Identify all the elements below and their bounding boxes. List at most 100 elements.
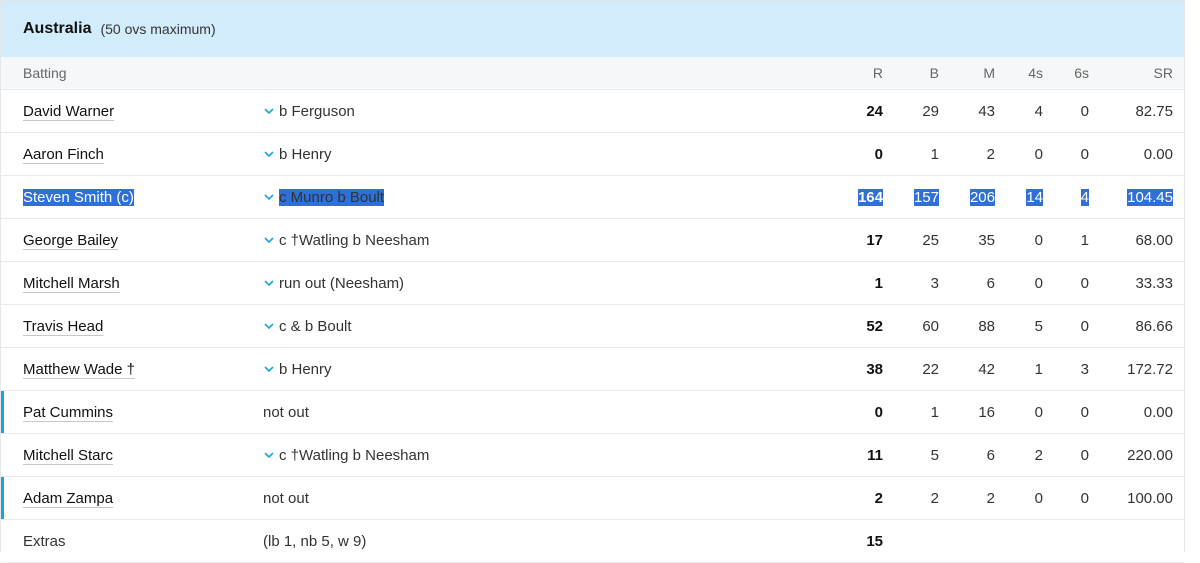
- chevron-down-icon[interactable]: [263, 363, 275, 375]
- runs: 24: [866, 102, 883, 120]
- strike-rate: 100.00: [1127, 489, 1173, 507]
- batter-row-not-out: Adam Zampa not out 2 2 2 0 0 100.00: [1, 477, 1184, 520]
- batter-row: Mitchell Starc c †Watling b Neesham 11 5…: [1, 434, 1184, 477]
- dismissal: not out: [263, 404, 783, 421]
- sixes: 1: [1080, 231, 1089, 249]
- col-strike-rate: SR: [1153, 65, 1173, 81]
- runs: 11: [867, 446, 883, 464]
- player-link[interactable]: Steven Smith (c): [23, 188, 134, 206]
- dismissal-text: b Henry: [279, 360, 332, 378]
- sixes: 0: [1080, 145, 1089, 163]
- minutes: 2: [986, 145, 995, 163]
- minutes: 2: [986, 489, 995, 507]
- batter-row-selected: Steven Smith (c) c Munro b Boult 164 157…: [1, 176, 1184, 219]
- dismissal[interactable]: b Henry: [263, 361, 783, 378]
- player-link[interactable]: Adam Zampa: [23, 490, 113, 507]
- chevron-down-icon[interactable]: [263, 105, 275, 117]
- column-header: Batting R B M 4s 6s SR: [1, 57, 1184, 90]
- col-runs: R: [872, 65, 883, 81]
- minutes: 35: [978, 231, 995, 249]
- runs: 1: [874, 274, 883, 292]
- chevron-down-icon[interactable]: [263, 277, 275, 289]
- runs: 52: [866, 317, 883, 335]
- dismissal-text: c & b Boult: [279, 317, 352, 335]
- strike-rate: 220.00: [1127, 446, 1173, 464]
- batter-row-not-out: Pat Cummins not out 0 1 16 0 0 0.00: [1, 391, 1184, 434]
- minutes: 16: [978, 403, 995, 421]
- balls: 1: [930, 145, 939, 163]
- dismissal[interactable]: c †Watling b Neesham: [263, 232, 783, 249]
- strike-rate: 33.33: [1135, 274, 1173, 292]
- chevron-down-icon[interactable]: [263, 234, 275, 246]
- strike-rate: 68.00: [1135, 231, 1173, 249]
- strike-rate: 86.66: [1135, 317, 1173, 335]
- sixes: 3: [1080, 360, 1089, 378]
- extras-detail: (lb 1, nb 5, w 9): [263, 533, 783, 550]
- dismissal-text: run out (Neesham): [279, 274, 405, 292]
- dismissal-text: c †Watling b Neesham: [279, 231, 430, 249]
- dismissal-text: not out: [263, 489, 309, 507]
- team-name: Australia: [23, 20, 92, 37]
- strike-rate: 0.00: [1143, 145, 1173, 163]
- runs: 2: [874, 489, 883, 507]
- player-link[interactable]: Matthew Wade †: [23, 361, 135, 378]
- chevron-down-icon[interactable]: [263, 148, 275, 160]
- sixes: 0: [1080, 317, 1089, 335]
- dismissal[interactable]: c Munro b Boult: [263, 188, 783, 206]
- col-sixes: 6s: [1074, 65, 1089, 81]
- chevron-down-icon[interactable]: [263, 320, 275, 332]
- balls: 2: [930, 489, 939, 507]
- extras-total: 15: [866, 532, 883, 550]
- player-link[interactable]: Mitchell Starc: [23, 447, 113, 464]
- runs: 38: [866, 360, 883, 378]
- strike-rate: 172.72: [1127, 360, 1173, 378]
- fours: 1: [1034, 360, 1043, 378]
- runs: 0: [874, 403, 883, 421]
- batter-row: David Warner b Ferguson 24 29 43 4 0 82.…: [1, 90, 1184, 133]
- balls: 5: [930, 446, 939, 464]
- strike-rate: 0.00: [1143, 403, 1173, 421]
- dismissal[interactable]: b Henry: [263, 146, 783, 163]
- runs: 164: [857, 188, 883, 206]
- extras-row: Extras (lb 1, nb 5, w 9) 15: [1, 520, 1184, 563]
- dismissal[interactable]: c †Watling b Neesham: [263, 447, 783, 464]
- strike-rate: 82.75: [1135, 102, 1173, 120]
- dismissal[interactable]: run out (Neesham): [263, 275, 783, 292]
- chevron-down-icon[interactable]: [263, 191, 275, 203]
- dismissal[interactable]: b Ferguson: [263, 103, 783, 120]
- batter-row: George Bailey c †Watling b Neesham 17 25…: [1, 219, 1184, 262]
- balls: 1: [930, 403, 939, 421]
- dismissal: not out: [263, 490, 783, 507]
- sixes: 0: [1080, 102, 1089, 120]
- team-header[interactable]: Australia (50 ovs maximum): [1, 0, 1184, 57]
- fours: 0: [1034, 231, 1043, 249]
- team-note: (50 ovs maximum): [100, 21, 216, 37]
- player-link[interactable]: Mitchell Marsh: [23, 275, 120, 292]
- player-link[interactable]: Pat Cummins: [23, 404, 113, 421]
- player-link[interactable]: David Warner: [23, 103, 114, 120]
- sixes: 0: [1080, 446, 1089, 464]
- player-link[interactable]: Aaron Finch: [23, 146, 104, 163]
- col-minutes: M: [983, 65, 995, 81]
- col-balls: B: [929, 65, 939, 81]
- minutes: 43: [978, 102, 995, 120]
- balls: 22: [922, 360, 939, 378]
- strike-rate: 104.45: [1127, 188, 1173, 206]
- player-link[interactable]: George Bailey: [23, 232, 118, 249]
- dismissal[interactable]: c & b Boult: [263, 318, 783, 335]
- chevron-down-icon[interactable]: [263, 449, 275, 461]
- batter-row: Matthew Wade † b Henry 38 22 42 1 3 172.…: [1, 348, 1184, 391]
- runs: 0: [874, 145, 883, 163]
- fours: 14: [1026, 188, 1043, 206]
- batter-row: Travis Head c & b Boult 52 60 88 5 0 86.…: [1, 305, 1184, 348]
- balls: 25: [922, 231, 939, 249]
- extras-label: Extras: [23, 532, 66, 550]
- balls: 29: [922, 102, 939, 120]
- player-link[interactable]: Travis Head: [23, 318, 103, 335]
- batter-row: Aaron Finch b Henry 0 1 2 0 0 0.00: [1, 133, 1184, 176]
- balls: 3: [930, 274, 939, 292]
- minutes: 88: [978, 317, 995, 335]
- sixes: 0: [1080, 274, 1089, 292]
- balls: 157: [913, 188, 939, 206]
- fours: 5: [1034, 317, 1043, 335]
